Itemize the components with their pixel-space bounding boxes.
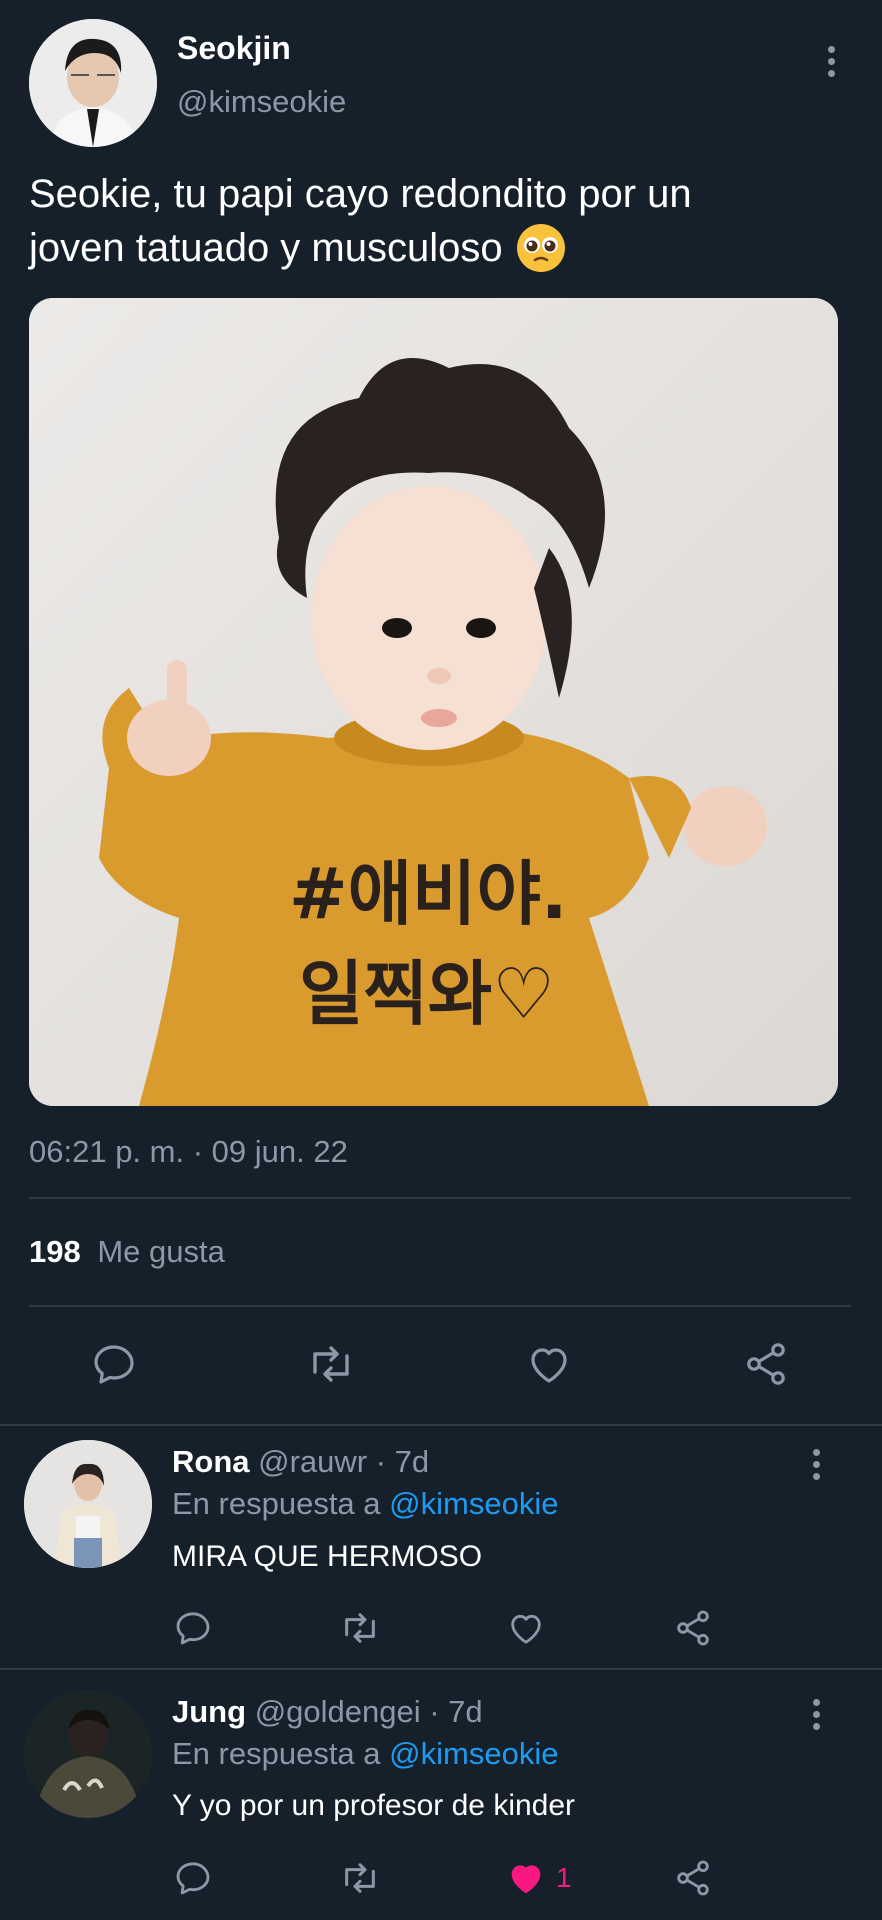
reply-like-button[interactable]: 1 [506, 1858, 572, 1898]
reply-icon [94, 1345, 134, 1384]
reply-context-prefix: En respuesta a [172, 1736, 381, 1771]
tweet-text-line1: Seokie, tu papi cayo redondito por un [29, 172, 692, 216]
reply-author-handle[interactable]: @rauwr [258, 1444, 367, 1479]
divider [0, 1668, 882, 1670]
reply-header: Rona @rauwr · 7d [172, 1444, 429, 1480]
shirt-text-line1: #애비야. [289, 853, 567, 935]
reply-text: MIRA QUE HERMOSO [172, 1540, 483, 1573]
retweet-button[interactable] [305, 1340, 357, 1388]
retweet-icon [313, 1346, 349, 1382]
reply-time: · 7d [429, 1694, 483, 1729]
reply-to-link[interactable]: @kimseokie [389, 1736, 558, 1771]
reply-reply-button[interactable] [173, 1608, 213, 1648]
reply-time: · 7d [375, 1444, 430, 1479]
reply-icon [176, 1612, 210, 1645]
reply-like-count: 1 [556, 1862, 572, 1893]
reply-avatar-image [24, 1690, 152, 1818]
pleading-face-emoji-icon [516, 224, 565, 272]
retweet-icon [345, 1863, 375, 1893]
reply-context: En respuesta a @kimseokie [172, 1736, 558, 1772]
likes-summary[interactable]: 198 Me gusta [29, 1234, 225, 1270]
like-icon [531, 1348, 567, 1383]
divider [29, 1305, 851, 1307]
divider [29, 1197, 851, 1199]
likes-label: Me gusta [97, 1234, 225, 1269]
like-icon [511, 1614, 541, 1644]
author-name[interactable]: Seokjin [177, 30, 291, 67]
reply-author-name[interactable]: Jung [172, 1694, 246, 1729]
reply-context: En respuesta a @kimseokie [172, 1486, 558, 1522]
reply-avatar[interactable] [24, 1440, 152, 1568]
tweet-text-line2: joven tatuado y musculoso [29, 226, 503, 270]
reply-author-handle[interactable]: @goldengei [255, 1694, 421, 1729]
reply-header: Jung @goldengei · 7d [172, 1694, 483, 1730]
likes-count: 198 [29, 1234, 81, 1269]
baby-photo: #애비야. 일찍와♡ [29, 298, 838, 1106]
reply-icon [176, 1862, 210, 1895]
like-filled-icon [511, 1865, 541, 1894]
reply-more-menu[interactable] [810, 1449, 822, 1480]
reply-avatar[interactable] [24, 1690, 152, 1818]
reply-to-link[interactable]: @kimseokie [389, 1486, 558, 1521]
tweet-text-line2-wrap: joven tatuado y musculoso [29, 222, 567, 274]
shirt-text-line2: 일찍와♡ [299, 953, 555, 1035]
reply-retweet-button[interactable] [338, 1608, 382, 1648]
reply-like-button[interactable] [506, 1608, 552, 1648]
like-button[interactable] [525, 1340, 573, 1388]
share-icon [677, 1860, 709, 1896]
share-button[interactable] [742, 1340, 790, 1388]
reply-retweet-button[interactable] [338, 1858, 382, 1898]
reply-share-button[interactable] [673, 1608, 713, 1648]
author-avatar-image [29, 19, 157, 147]
divider [0, 1424, 882, 1426]
reply-context-prefix: En respuesta a [172, 1486, 381, 1521]
author-handle[interactable]: @kimseokie [177, 84, 346, 120]
reply-text: Y yo por un profesor de kinder [172, 1789, 576, 1822]
share-icon [677, 1610, 709, 1646]
retweet-icon [345, 1613, 375, 1643]
tweet-image[interactable]: #애비야. 일찍와♡ [29, 298, 838, 1106]
reply-button[interactable] [90, 1340, 138, 1388]
reply-share-button[interactable] [673, 1858, 713, 1898]
tweet-more-menu[interactable] [825, 46, 837, 77]
reply-avatar-image [24, 1440, 152, 1568]
share-icon [747, 1343, 785, 1385]
reply-reply-button[interactable] [173, 1858, 213, 1898]
author-avatar[interactable] [29, 19, 157, 147]
reply-author-name[interactable]: Rona [172, 1444, 250, 1479]
tweet-timestamp[interactable]: 06:21 p. m. · 09 jun. 22 [29, 1134, 348, 1170]
reply-more-menu[interactable] [810, 1699, 822, 1730]
